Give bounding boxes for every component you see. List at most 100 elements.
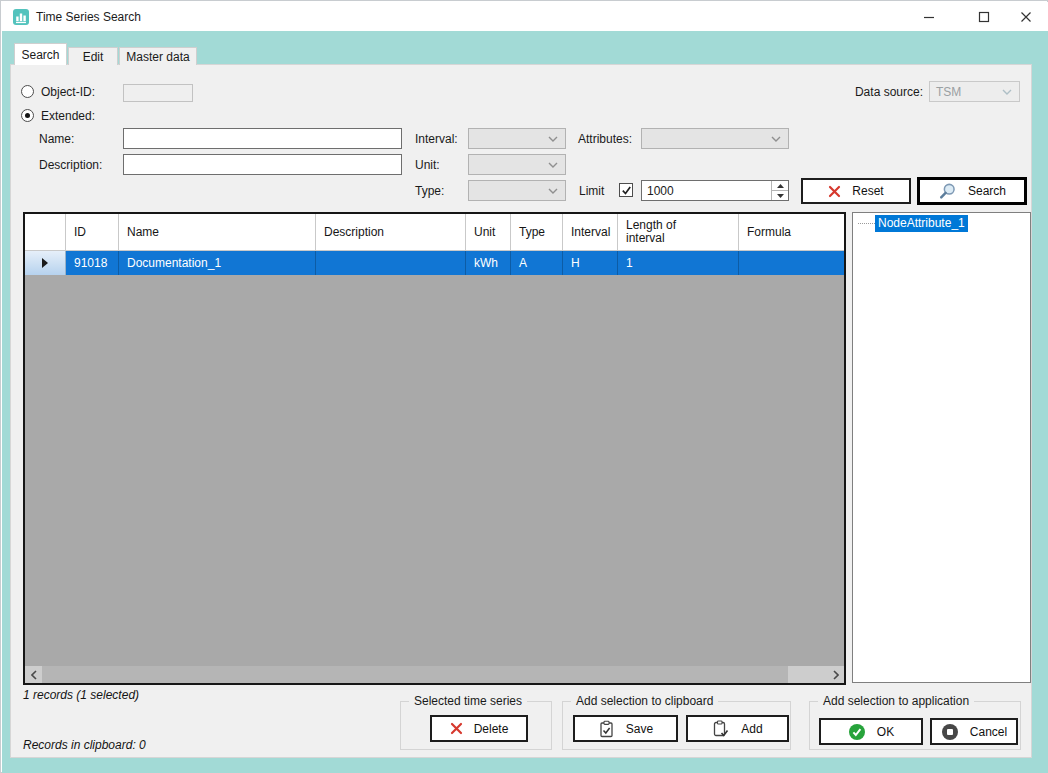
table-header-row: ID Name Description Unit Type Interval L…	[25, 214, 844, 251]
cell-id[interactable]: 91018	[66, 251, 119, 275]
tab-search[interactable]: Search	[14, 43, 67, 65]
attributes-label: Attributes:	[578, 132, 632, 146]
extended-label: Extended:	[41, 109, 95, 123]
group-add-to-application-label: Add selection to application	[818, 694, 974, 708]
delete-button-label: Delete	[474, 722, 509, 736]
limit-checkbox[interactable]	[619, 183, 633, 197]
data-source-label: Data source:	[846, 85, 923, 99]
scrollbar-track[interactable]	[788, 666, 827, 683]
column-header-id[interactable]: ID	[66, 214, 119, 250]
ok-button[interactable]: OK	[819, 718, 923, 745]
chevron-down-icon	[1002, 89, 1012, 95]
type-select[interactable]	[468, 180, 566, 201]
cell-unit[interactable]: kWh	[466, 251, 511, 275]
group-add-to-clipboard-label: Add selection to clipboard	[571, 694, 718, 708]
scroll-left-icon[interactable]	[25, 666, 42, 683]
spin-up-icon[interactable]	[772, 181, 788, 191]
column-header-unit[interactable]: Unit	[466, 214, 511, 250]
save-button-label: Save	[626, 722, 653, 736]
window-title: Time Series Search	[36, 10, 141, 24]
cancel-button-label: Cancel	[970, 725, 1007, 739]
search-button[interactable]: Search	[917, 177, 1027, 205]
chevron-down-icon	[771, 136, 781, 142]
column-header-type[interactable]: Type	[511, 214, 563, 250]
attributes-select[interactable]	[641, 128, 789, 149]
column-header-length-of-interval[interactable]: Length of interval	[618, 214, 739, 250]
group-selected-time-series-label: Selected time series	[409, 694, 527, 708]
cell-interval[interactable]: H	[563, 251, 618, 275]
chevron-down-icon	[548, 136, 558, 142]
description-input[interactable]	[123, 154, 402, 175]
table-row[interactable]: 91018 Documentation_1 kWh A H 1	[25, 251, 844, 275]
tree-item-label: NodeAttribute_1	[875, 215, 968, 232]
limit-value-spinner[interactable]: 1000	[641, 180, 789, 201]
cell-length-of-interval[interactable]: 1	[618, 251, 739, 275]
clipboard-add-icon	[712, 720, 730, 738]
app-window: Time Series Search Search Edit Master da…	[0, 0, 1048, 773]
column-header-name[interactable]: Name	[119, 214, 316, 250]
cancel-button[interactable]: Cancel	[930, 718, 1018, 745]
attribute-tree: NodeAttribute_1	[852, 212, 1031, 683]
object-id-input[interactable]	[123, 84, 193, 102]
add-button[interactable]: Add	[686, 715, 789, 742]
name-label: Name:	[39, 132, 74, 146]
reset-button-label: Reset	[852, 184, 883, 198]
group-add-to-application: Add selection to application OK Cancel	[809, 701, 1021, 750]
close-button[interactable]	[1006, 2, 1046, 31]
save-button[interactable]: Save	[573, 715, 678, 742]
column-header-interval[interactable]: Interval	[563, 214, 618, 250]
row-selector-header[interactable]	[25, 214, 66, 250]
extended-radio[interactable]	[21, 109, 34, 122]
column-header-description[interactable]: Description	[316, 214, 466, 250]
object-id-label: Object-ID:	[41, 85, 95, 99]
add-button-label: Add	[741, 722, 762, 736]
records-status: 1 records (1 selected)	[23, 688, 139, 702]
clipboard-check-icon	[598, 720, 615, 738]
object-id-radio[interactable]	[21, 85, 34, 98]
cell-description[interactable]	[316, 251, 466, 275]
scroll-right-icon[interactable]	[827, 666, 844, 683]
tab-edit[interactable]: Edit	[68, 47, 118, 65]
tab-search-label: Search	[21, 48, 59, 62]
delete-button[interactable]: Delete	[430, 715, 528, 742]
spin-down-icon[interactable]	[772, 191, 788, 200]
title-bar: Time Series Search	[2, 2, 1048, 31]
tab-master-data[interactable]: Master data	[119, 47, 197, 65]
scrollbar-thumb[interactable]	[42, 666, 788, 683]
horizontal-scrollbar[interactable]	[25, 666, 844, 683]
spinner-arrows[interactable]	[771, 181, 788, 200]
minimize-button[interactable]	[909, 2, 949, 31]
red-x-icon	[450, 722, 463, 735]
app-icon	[13, 9, 29, 25]
interval-label: Interval:	[415, 132, 458, 146]
cell-type[interactable]: A	[511, 251, 563, 275]
magnifier-icon	[938, 182, 957, 201]
unit-label: Unit:	[415, 158, 440, 172]
description-label: Description:	[39, 158, 102, 172]
ok-button-label: OK	[877, 725, 894, 739]
table-empty-area	[25, 275, 844, 666]
name-input[interactable]	[123, 128, 402, 149]
cell-formula[interactable]	[739, 251, 844, 275]
column-header-formula[interactable]: Formula	[739, 214, 844, 250]
limit-label: Limit	[579, 184, 604, 198]
limit-value: 1000	[642, 181, 771, 200]
chevron-down-icon	[548, 162, 558, 168]
chevron-down-icon	[548, 188, 558, 194]
red-x-icon	[828, 185, 841, 198]
type-label: Type:	[415, 184, 444, 198]
unit-select[interactable]	[468, 154, 566, 175]
data-source-value: TSM	[930, 85, 961, 99]
tree-item[interactable]: NodeAttribute_1	[858, 215, 968, 232]
tree-connector	[858, 223, 875, 224]
maximize-button[interactable]	[964, 2, 1004, 31]
group-add-to-clipboard: Add selection to clipboard Save Add	[562, 701, 791, 750]
data-source-select[interactable]: TSM	[929, 81, 1020, 102]
reset-button[interactable]: Reset	[801, 178, 911, 204]
row-selector-cell[interactable]	[25, 251, 66, 275]
clipboard-status: Records in clipboard: 0	[23, 738, 146, 752]
interval-select[interactable]	[468, 128, 566, 149]
cell-name[interactable]: Documentation_1	[119, 251, 316, 275]
row-arrow-icon	[41, 258, 49, 268]
green-check-circle-icon	[848, 723, 866, 741]
